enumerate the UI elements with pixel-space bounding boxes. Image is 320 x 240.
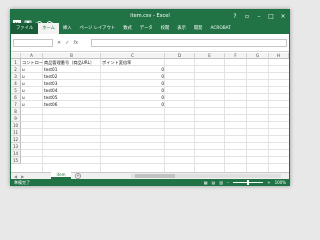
status-bar: 準備完了 ▦ ▤ ▥ – + 100% xyxy=(11,179,289,185)
status-right: ▦ ▤ ▥ – + 100% xyxy=(204,179,286,185)
row-header[interactable]: 3 xyxy=(11,73,21,80)
row-header[interactable]: 14 xyxy=(11,150,21,157)
cell-c7[interactable]: 0 xyxy=(101,101,165,108)
row-header[interactable]: 7 xyxy=(11,101,21,108)
cell-b5[interactable]: test04 xyxy=(43,87,101,94)
tab-data[interactable]: データ xyxy=(136,23,157,34)
cell-c2[interactable]: 0 xyxy=(101,66,165,73)
cell-a6[interactable]: u xyxy=(21,94,43,101)
sheet-tab-item[interactable]: item xyxy=(51,172,71,179)
row-header[interactable]: 8 xyxy=(11,108,21,115)
page-break-view-icon[interactable]: ▥ xyxy=(219,179,223,185)
excel-window: X item.csv - Excel ? ▫ – □ × ファイル ホーム 挿入… xyxy=(10,9,290,186)
row-header[interactable]: 5 xyxy=(11,87,21,94)
horizontal-scrollbar[interactable] xyxy=(131,174,281,178)
page-layout-view-icon[interactable]: ▤ xyxy=(212,179,216,185)
title-bar: X item.csv - Excel ? ▫ – □ × xyxy=(11,10,289,28)
zoom-out-icon[interactable]: – xyxy=(227,179,229,185)
maximize-icon[interactable]: □ xyxy=(265,10,277,23)
row-header[interactable]: 1 xyxy=(11,59,21,66)
cell-b1[interactable]: 商品管理番号（商品URL） xyxy=(43,59,101,66)
row-header[interactable]: 6 xyxy=(11,94,21,101)
formula-input[interactable] xyxy=(91,39,287,47)
cell-a1[interactable]: コントロー xyxy=(21,59,43,66)
tab-home[interactable]: ホーム xyxy=(38,23,59,34)
cell-c3[interactable]: 0 xyxy=(101,73,165,80)
tab-formulas[interactable]: 数式 xyxy=(119,23,136,34)
column-header-g[interactable]: G xyxy=(247,53,269,59)
column-header-d[interactable]: D xyxy=(165,53,195,59)
tab-file[interactable]: ファイル xyxy=(11,23,39,34)
close-icon[interactable]: × xyxy=(277,10,289,23)
column-header-h[interactable]: H xyxy=(269,53,289,59)
cell-a3[interactable]: u xyxy=(21,73,43,80)
ribbon-display-icon[interactable]: ▫ xyxy=(241,10,253,23)
formula-bar: ✕ ✓ fx xyxy=(11,34,289,52)
tab-insert[interactable]: 挿入 xyxy=(59,23,76,34)
tab-page-layout[interactable]: ページ レイアウト xyxy=(76,23,120,34)
cell-c1[interactable]: ポイント変倍率 xyxy=(101,59,165,66)
cell-c4[interactable]: 0 xyxy=(101,80,165,87)
tab-developer[interactable]: 開発 xyxy=(190,23,207,34)
row-header[interactable]: 2 xyxy=(11,66,21,73)
zoom-in-icon[interactable]: + xyxy=(267,179,270,185)
cell-b4[interactable]: test03 xyxy=(43,80,101,87)
row-header[interactable]: 12 xyxy=(11,136,21,143)
row-header[interactable]: 11 xyxy=(11,129,21,136)
name-box[interactable] xyxy=(13,39,53,47)
column-header-f[interactable]: F xyxy=(225,53,247,59)
tab-review[interactable]: 校閲 xyxy=(157,23,174,34)
scrollbar-thumb[interactable] xyxy=(135,174,175,178)
zoom-level[interactable]: 100% xyxy=(275,179,286,185)
row-header[interactable]: 4 xyxy=(11,80,21,87)
enter-icon[interactable]: ✓ xyxy=(65,40,69,46)
tab-acrobat[interactable]: ACROBAT xyxy=(206,23,234,34)
cell-a4[interactable]: u xyxy=(21,80,43,87)
row-header[interactable]: 13 xyxy=(11,143,21,150)
cell-a7[interactable]: u xyxy=(21,101,43,108)
sheet-tab-bar: ◀ ▶ item + xyxy=(11,172,289,179)
cell-c6[interactable]: 0 xyxy=(101,94,165,101)
cell-c5[interactable]: 0 xyxy=(101,87,165,94)
cell-b2[interactable]: test01 xyxy=(43,66,101,73)
normal-view-icon[interactable]: ▦ xyxy=(204,179,208,185)
cell-a2[interactable]: u xyxy=(21,66,43,73)
insert-function-label[interactable]: fx xyxy=(73,40,78,46)
ribbon-tabs: ファイル ホーム 挿入 ページ レイアウト 数式 データ 校閲 表示 開発 AC… xyxy=(11,23,289,34)
status-ready: 準備完了 xyxy=(14,180,30,185)
worksheet-grid[interactable]: A B C D E F G H 1 2 3 4 5 6 7 8 9 10 11 … xyxy=(11,53,289,172)
cell-b7[interactable]: test06 xyxy=(43,101,101,108)
window-controls: ? ▫ – □ × xyxy=(229,10,289,23)
row-header[interactable]: 15 xyxy=(11,157,21,164)
row-header[interactable]: 9 xyxy=(11,115,21,122)
row-header[interactable]: 10 xyxy=(11,122,21,129)
minimize-icon[interactable]: – xyxy=(253,10,265,23)
zoom-slider[interactable] xyxy=(233,180,264,185)
column-header-e[interactable]: E xyxy=(195,53,225,59)
cell-b3[interactable]: test02 xyxy=(43,73,101,80)
tab-view[interactable]: 表示 xyxy=(173,23,190,34)
cancel-icon[interactable]: ✕ xyxy=(57,40,61,46)
cell-a5[interactable]: u xyxy=(21,87,43,94)
cell-b6[interactable]: test05 xyxy=(43,94,101,101)
formula-buttons: ✕ ✓ fx xyxy=(57,38,78,48)
help-icon[interactable]: ? xyxy=(229,10,241,23)
